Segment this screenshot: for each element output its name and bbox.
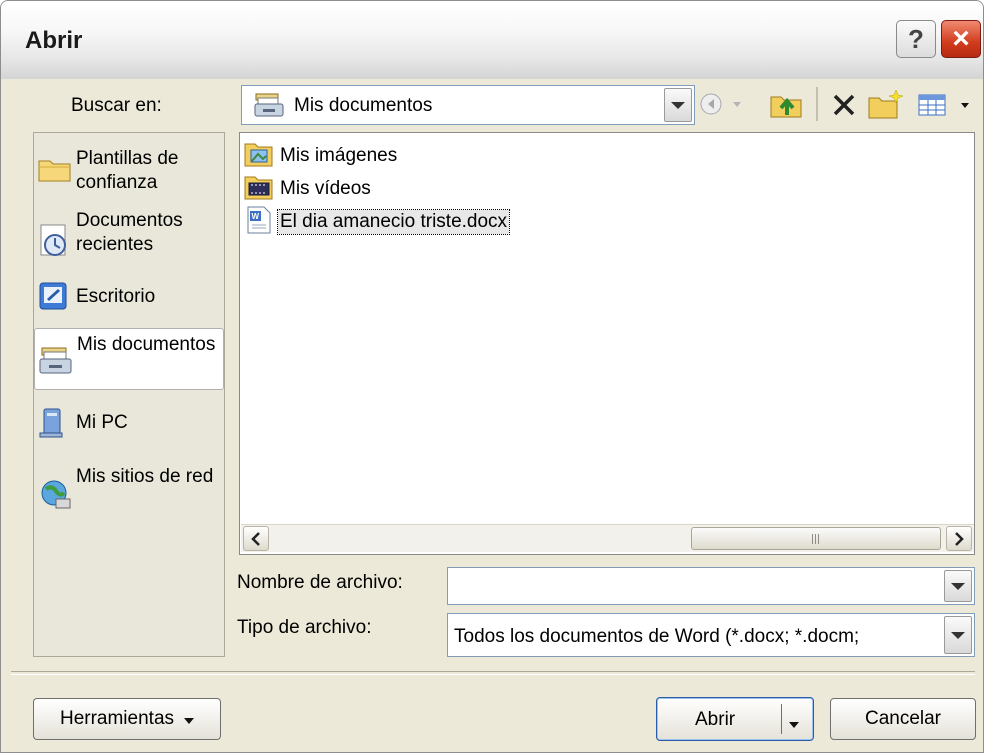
cancel-label: Cancelar: [864, 708, 942, 729]
filename-input[interactable]: [447, 567, 975, 605]
chevron-down-icon: [951, 582, 965, 590]
grip-icon: [811, 533, 821, 544]
open-button[interactable]: Abrir: [656, 697, 814, 741]
filetype-label: Tipo de archivo:: [237, 617, 372, 638]
lookin-dropdown-button[interactable]: [664, 88, 692, 122]
help-button[interactable]: ?: [896, 20, 936, 58]
chevron-down-icon: [184, 708, 195, 730]
desktop-icon: [38, 281, 70, 316]
svg-text:W: W: [252, 212, 260, 221]
my-documents-icon: [39, 345, 73, 380]
back-button[interactable]: [699, 89, 745, 119]
pictures-folder-icon: [244, 140, 274, 173]
recent-documents-icon: [38, 223, 72, 264]
tools-button[interactable]: Herramientas: [33, 698, 221, 740]
toolbar-separator: [816, 87, 818, 121]
chevron-down-icon[interactable]: [789, 712, 799, 734]
cancel-button[interactable]: Cancelar: [830, 698, 976, 740]
lookin-value: Mis documentos: [294, 95, 433, 116]
up-one-level-button[interactable]: [767, 87, 807, 121]
chevron-right-icon: [955, 531, 964, 546]
title-bar[interactable]: Abrir ? ×: [1, 1, 983, 79]
file-item[interactable]: Mis vídeos: [244, 174, 373, 204]
horizontal-scrollbar[interactable]: [241, 524, 974, 552]
place-label: Escritorio: [76, 286, 156, 307]
scroll-thumb[interactable]: [691, 527, 941, 550]
delete-button[interactable]: [827, 89, 861, 121]
chevron-down-icon: [671, 101, 685, 109]
back-arrow-icon: [700, 93, 741, 115]
chevron-left-icon: [251, 531, 260, 546]
lookin-combo[interactable]: Mis documentos: [241, 85, 695, 125]
folder-icon: [38, 155, 72, 190]
place-my-documents[interactable]: Mis documentos: [34, 328, 224, 390]
filetype-value: Todos los documentos de Word (*.docx; *.…: [454, 626, 860, 647]
scroll-right-button[interactable]: [946, 526, 972, 551]
file-name: Mis imágenes: [280, 145, 398, 166]
place-label: Documentos recientes: [76, 210, 183, 255]
open-label: Abrir: [695, 709, 736, 730]
split-divider: [781, 704, 782, 734]
delete-x-icon: [833, 94, 855, 116]
close-icon: ×: [952, 22, 970, 55]
network-places-icon: [38, 477, 72, 516]
open-dialog: Abrir ? × Buscar en: Mis documentos Plan…: [0, 0, 984, 753]
file-name: El dia amanecio triste.docx: [276, 209, 511, 235]
help-icon: ?: [908, 23, 924, 54]
file-list[interactable]: Mis imágenes Mis vídeos W El dia amaneci…: [239, 132, 975, 555]
my-documents-icon: [254, 92, 284, 123]
place-my-computer[interactable]: Mi PC: [34, 405, 224, 441]
place-desktop[interactable]: Escritorio: [34, 279, 224, 315]
filetype-select[interactable]: Todos los documentos de Word (*.docx; *.…: [447, 613, 975, 657]
file-name: Mis vídeos: [280, 178, 371, 199]
filename-dropdown-button[interactable]: [944, 570, 972, 602]
lookin-label: Buscar en:: [71, 95, 162, 116]
chevron-down-icon: [951, 631, 965, 639]
places-bar: Plantillas de confianza Documentos recie…: [33, 132, 225, 657]
views-icon: [918, 94, 969, 116]
place-recent-documents[interactable]: Documentos recientes: [34, 207, 224, 267]
word-document-icon: W: [244, 205, 274, 240]
window-title: Abrir: [25, 27, 83, 54]
close-button[interactable]: ×: [941, 20, 981, 58]
place-label: Plantillas de confianza: [76, 148, 179, 193]
filename-label: Nombre de archivo:: [237, 572, 403, 593]
file-item[interactable]: Mis imágenes: [244, 141, 399, 171]
place-label: Mis sitios de red: [76, 466, 214, 487]
place-label: Mis documentos: [77, 334, 216, 355]
file-item[interactable]: W El dia amanecio triste.docx: [244, 205, 511, 240]
up-folder-icon: [770, 96, 802, 118]
place-label: Mi PC: [76, 412, 128, 433]
place-trusted-templates[interactable]: Plantillas de confianza: [34, 141, 224, 197]
new-folder-icon: [868, 89, 903, 119]
tools-label: Herramientas: [59, 708, 175, 729]
videos-folder-icon: [244, 173, 274, 206]
scroll-left-button[interactable]: [243, 526, 269, 551]
new-folder-button[interactable]: [865, 87, 905, 121]
my-computer-icon: [38, 407, 68, 444]
views-button[interactable]: [915, 89, 977, 121]
divider: [11, 671, 975, 675]
filetype-dropdown-button[interactable]: [944, 616, 972, 654]
place-network-places[interactable]: Mis sitios de red: [34, 463, 224, 523]
